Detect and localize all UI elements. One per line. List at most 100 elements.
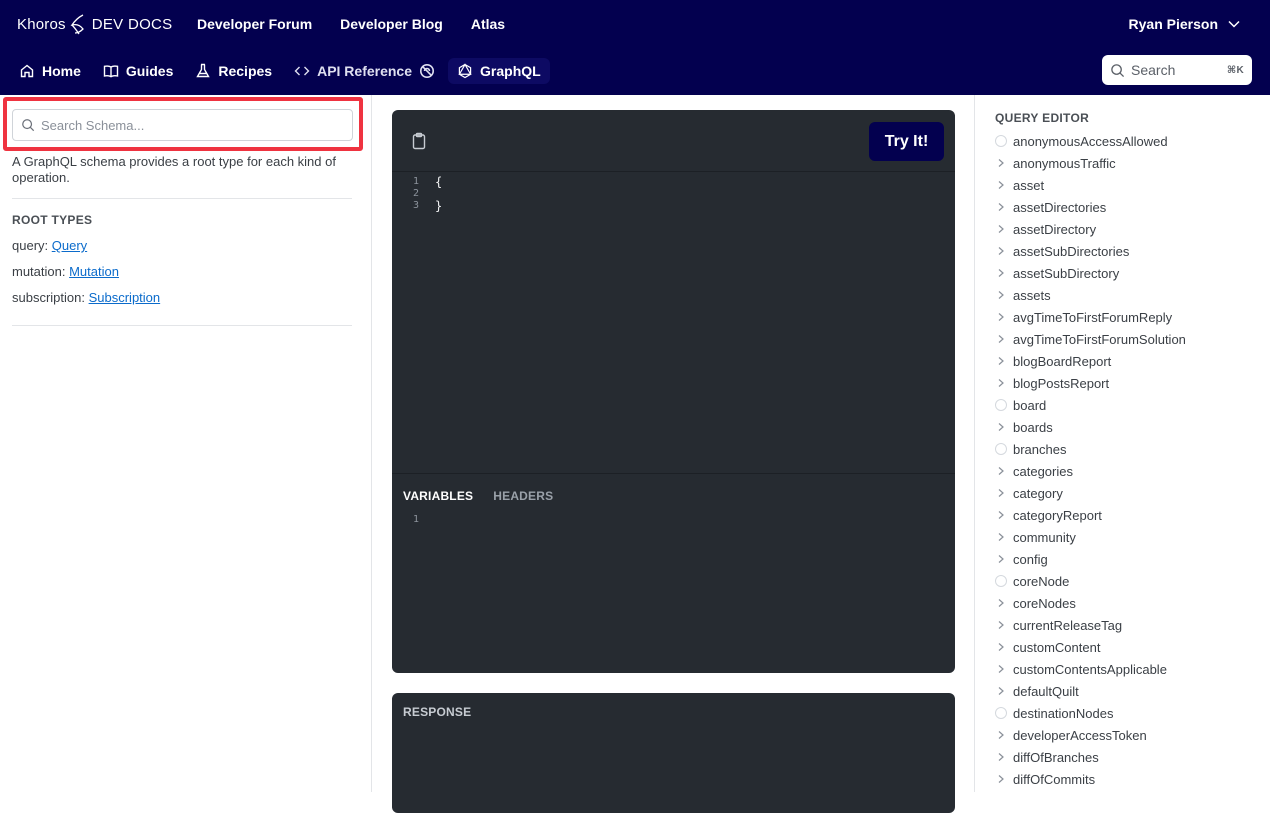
field-item[interactable]: branches bbox=[995, 438, 1186, 460]
field-item[interactable]: customContentsApplicable bbox=[995, 658, 1186, 680]
field-item[interactable]: diffOfCommits bbox=[995, 768, 1186, 790]
field-item[interactable]: categories bbox=[995, 460, 1186, 482]
schema-panel: A GraphQL schema provides a root type fo… bbox=[0, 95, 372, 792]
chevron-right-icon bbox=[998, 159, 1004, 167]
expand-arrow bbox=[995, 730, 1013, 740]
field-name: categories bbox=[1013, 463, 1073, 479]
line-number: 3 bbox=[412, 200, 419, 211]
field-item[interactable]: assetDirectory bbox=[995, 218, 1186, 240]
field-item[interactable]: blogBoardReport bbox=[995, 350, 1186, 372]
nav-guides[interactable]: Guides bbox=[94, 58, 182, 84]
chevron-right-icon bbox=[998, 423, 1004, 431]
field-item[interactable]: boards bbox=[995, 416, 1186, 438]
chevron-right-icon bbox=[998, 511, 1004, 519]
field-name: coreNodes bbox=[1013, 595, 1076, 611]
field-item[interactable]: assets bbox=[995, 284, 1186, 306]
field-item[interactable]: category bbox=[995, 482, 1186, 504]
field-item[interactable]: community bbox=[995, 526, 1186, 548]
field-item[interactable]: customContent bbox=[995, 636, 1186, 658]
field-item[interactable]: anonymousTraffic bbox=[995, 152, 1186, 174]
field-name: board bbox=[1013, 397, 1047, 413]
expand-arrow bbox=[995, 180, 1013, 190]
field-name: avgTimeToFirstForumReply bbox=[1013, 309, 1173, 325]
field-name: config bbox=[1013, 551, 1048, 567]
chevron-right-icon bbox=[998, 775, 1004, 783]
expand-arrow bbox=[995, 554, 1013, 564]
field-name: destinationNodes bbox=[1013, 705, 1114, 721]
query-code-area[interactable]: 1{ 2 3} bbox=[392, 176, 955, 212]
field-item[interactable]: anonymousAccessAllowed bbox=[995, 130, 1186, 152]
field-item[interactable]: asset bbox=[995, 174, 1186, 196]
field-list: anonymousAccessAllowed anonymousTraffic as… bbox=[995, 130, 1186, 790]
chevron-right-icon bbox=[998, 203, 1004, 211]
expand-arrow bbox=[995, 620, 1013, 630]
radio-circle-icon bbox=[995, 443, 1007, 455]
expand-arrow bbox=[995, 312, 1013, 322]
developer-forum-link[interactable]: Developer Forum bbox=[197, 16, 312, 32]
user-menu[interactable]: Ryan Pierson bbox=[1129, 16, 1240, 32]
field-item[interactable]: board bbox=[995, 394, 1186, 416]
field-item[interactable]: assetDirectories bbox=[995, 196, 1186, 218]
field-item[interactable]: coreNode bbox=[995, 570, 1186, 592]
expand-arrow bbox=[995, 158, 1013, 168]
field-item[interactable]: avgTimeToFirstForumReply bbox=[995, 306, 1186, 328]
expand-arrow bbox=[995, 686, 1013, 696]
nav-home[interactable]: Home bbox=[10, 58, 90, 84]
try-it-button[interactable]: Try It! bbox=[869, 122, 944, 161]
site-search-placeholder: Search bbox=[1131, 62, 1176, 78]
divider bbox=[392, 473, 955, 474]
nav-recipes[interactable]: Recipes bbox=[186, 58, 281, 84]
subscription-type-link[interactable]: Subscription bbox=[89, 290, 161, 305]
atlas-link[interactable]: Atlas bbox=[471, 16, 505, 32]
expand-arrow bbox=[995, 334, 1013, 344]
code-text: } bbox=[435, 199, 443, 213]
site-search-button[interactable]: Search ⌘K bbox=[1102, 55, 1252, 85]
divider bbox=[12, 198, 352, 199]
field-item[interactable]: categoryReport bbox=[995, 504, 1186, 526]
field-item[interactable]: currentReleaseTag bbox=[995, 614, 1186, 636]
schema-search-input[interactable] bbox=[41, 117, 341, 133]
field-item[interactable]: avgTimeToFirstForumSolution bbox=[995, 328, 1186, 350]
mutation-type-link[interactable]: Mutation bbox=[69, 264, 119, 279]
query-editor-heading: QUERY EDITOR bbox=[995, 111, 1090, 125]
field-item[interactable]: developerAccessToken bbox=[995, 724, 1186, 746]
root-mutation-label: mutation: bbox=[12, 264, 70, 279]
nav-recipes-label: Recipes bbox=[218, 63, 273, 79]
chevron-right-icon bbox=[998, 269, 1004, 277]
field-item[interactable]: coreNodes bbox=[995, 592, 1186, 614]
field-name: assetDirectory bbox=[1013, 221, 1097, 237]
field-name: blogPostsReport bbox=[1013, 375, 1110, 391]
schema-description: A GraphQL schema provides a root type fo… bbox=[12, 154, 336, 185]
nav-home-label: Home bbox=[42, 63, 81, 79]
clipboard-icon[interactable] bbox=[411, 132, 427, 150]
nav-api-reference[interactable]: API Reference bbox=[285, 58, 444, 84]
user-name: Ryan Pierson bbox=[1128, 16, 1218, 32]
chevron-right-icon bbox=[998, 665, 1004, 673]
tab-variables[interactable]: VARIABLES bbox=[403, 489, 473, 503]
field-name: customContentsApplicable bbox=[1013, 661, 1167, 677]
field-item[interactable]: assetSubDirectories bbox=[995, 240, 1186, 262]
field-item[interactable]: destinationNodes bbox=[995, 702, 1186, 724]
field-item[interactable]: blogPostsReport bbox=[995, 372, 1186, 394]
select-marker bbox=[995, 443, 1013, 455]
brand-logo[interactable]: Khoros DEV DOCS bbox=[17, 12, 172, 36]
chevron-right-icon bbox=[998, 467, 1004, 475]
tab-headers[interactable]: HEADERS bbox=[493, 489, 553, 503]
response-heading: RESPONSE bbox=[403, 705, 472, 719]
expand-arrow bbox=[995, 532, 1013, 542]
root-subscription-row: subscription: Subscription bbox=[12, 290, 160, 305]
chevron-right-icon bbox=[998, 313, 1004, 321]
chevron-right-icon bbox=[998, 225, 1004, 233]
field-item[interactable]: diffOfBranches bbox=[995, 746, 1186, 768]
field-item[interactable]: defaultQuilt bbox=[995, 680, 1186, 702]
select-marker bbox=[995, 575, 1013, 587]
schema-search[interactable] bbox=[12, 109, 353, 141]
nav-graphql[interactable]: GraphQL bbox=[448, 58, 550, 84]
developer-blog-link[interactable]: Developer Blog bbox=[340, 16, 443, 32]
chevron-right-icon bbox=[998, 357, 1004, 365]
field-item[interactable]: config bbox=[995, 548, 1186, 570]
field-item[interactable]: assetSubDirectory bbox=[995, 262, 1186, 284]
expand-arrow bbox=[995, 752, 1013, 762]
query-type-link[interactable]: Query bbox=[52, 238, 87, 253]
chevron-right-icon bbox=[998, 335, 1004, 343]
